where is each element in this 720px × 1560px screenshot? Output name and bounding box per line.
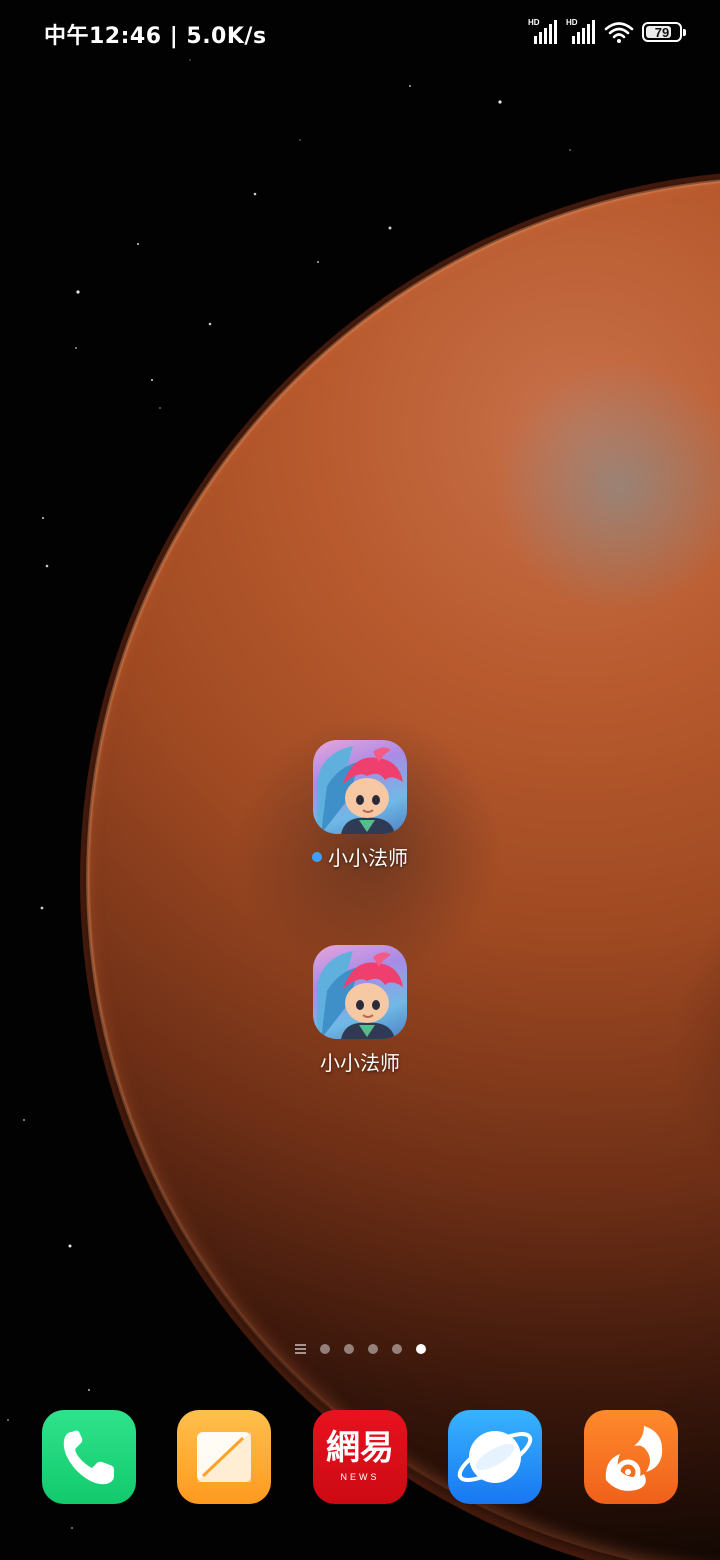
page-dot-4[interactable] — [391, 1344, 402, 1354]
home-screen: 中午12:46 | 5.0K/s HD HD 79 小小法师 小小法师 網易 N… — [0, 0, 720, 1560]
notes-icon[interactable] — [177, 1410, 271, 1504]
status-time-speed: 中午12:46 | 5.0K/s — [44, 24, 267, 49]
battery-level-text: 79 — [654, 24, 670, 40]
page-dot-1[interactable] — [319, 1344, 330, 1354]
little-mage-game-icon[interactable] — [313, 945, 407, 1039]
browser-icon[interactable] — [448, 1410, 542, 1504]
netease-news-logo-text: 網易 — [326, 1428, 394, 1468]
status-icons: HD HD 79 — [528, 18, 686, 46]
battery-icon: 79 — [642, 22, 686, 42]
page-indicator[interactable] — [0, 1344, 720, 1354]
cellular-signal-icon: HD — [528, 18, 558, 44]
desktop-app-label-1: 小小法师 — [312, 842, 408, 871]
page-dot-2[interactable] — [343, 1344, 354, 1354]
signal-hd-label-2: HD — [566, 18, 578, 27]
page-dot-5-active[interactable] — [415, 1344, 426, 1354]
app-name-text: 小小法师 — [320, 1051, 400, 1075]
uc-browser-icon[interactable] — [584, 1410, 678, 1504]
app-drawer-lines-icon[interactable] — [294, 1344, 306, 1354]
netease-news-subtext: NEWS — [340, 1472, 380, 1482]
page-dot-3[interactable] — [367, 1344, 378, 1354]
new-install-badge — [312, 851, 322, 862]
dock: 網易 NEWS — [42, 1410, 678, 1504]
netease-news-icon[interactable]: 網易 NEWS — [313, 1410, 407, 1504]
app-name-text: 小小法师 — [328, 846, 408, 870]
little-mage-game-icon[interactable] — [313, 740, 407, 834]
cellular-signal-icon-2: HD — [566, 18, 596, 44]
desktop-app-little-mage-2[interactable]: 小小法师 — [290, 945, 430, 1076]
desktop-app-label-2: 小小法师 — [320, 1047, 400, 1076]
desktop-app-little-mage-1[interactable]: 小小法师 — [290, 740, 430, 871]
status-bar: 中午12:46 | 5.0K/s HD HD 79 — [0, 0, 720, 62]
signal-hd-label: HD — [528, 18, 540, 27]
phone-icon[interactable] — [42, 1410, 136, 1504]
wifi-icon — [604, 22, 634, 43]
